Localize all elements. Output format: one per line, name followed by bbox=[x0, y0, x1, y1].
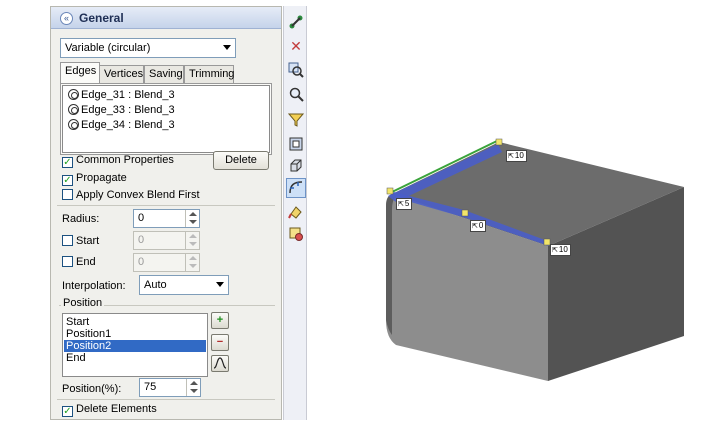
list-item[interactable]: Start bbox=[64, 316, 206, 328]
checkmark-icon: ✓ bbox=[62, 157, 73, 168]
blend-properties-panel: « General Variable (circular) Edges Vert… bbox=[50, 6, 282, 420]
radius-value: 0 bbox=[138, 212, 145, 224]
position-list[interactable]: Start Position1 Position2 End bbox=[62, 313, 208, 377]
propagate-checkbox[interactable]: ✓ Propagate bbox=[62, 172, 127, 186]
edge-icon bbox=[68, 119, 79, 130]
interpolation-value: Auto bbox=[144, 279, 167, 291]
edge-icon bbox=[68, 89, 79, 100]
list-item[interactable]: Position1 bbox=[64, 328, 206, 340]
remove-position-button[interactable]: − bbox=[211, 334, 229, 351]
end-stepper[interactable]: 0 bbox=[133, 253, 200, 272]
delete-elements-label: Delete Elements bbox=[76, 403, 157, 415]
common-properties-checkbox[interactable]: ✓ Common Properties bbox=[62, 154, 174, 168]
spin-arrows-icon[interactable] bbox=[186, 379, 200, 396]
edge-icon bbox=[68, 104, 79, 115]
collapse-icon[interactable]: « bbox=[60, 12, 73, 25]
position-legend: Position bbox=[61, 297, 105, 309]
curve-icon bbox=[213, 357, 227, 369]
zoom-region-icon[interactable] bbox=[286, 86, 306, 106]
list-item-selected[interactable]: Position2 bbox=[64, 340, 206, 352]
start-label: Start bbox=[76, 235, 100, 247]
blend-type-dropdown[interactable]: Variable (circular) bbox=[60, 38, 236, 58]
start-value: 0 bbox=[138, 234, 145, 246]
delete-elements-checkbox[interactable]: ✓ Delete Elements bbox=[62, 403, 157, 417]
checkbox-box bbox=[62, 189, 73, 200]
interpolation-dropdown[interactable]: Auto bbox=[139, 275, 229, 295]
handle-point[interactable] bbox=[461, 209, 469, 217]
radius-tag-value: 10 bbox=[514, 151, 524, 160]
spin-arrows-icon[interactable] bbox=[185, 254, 199, 271]
list-item[interactable]: Edge_34 : Blend_3 bbox=[68, 119, 175, 134]
filter-select-icon[interactable] bbox=[286, 112, 306, 132]
section-title: General bbox=[79, 11, 124, 25]
end-label: End bbox=[76, 256, 96, 268]
checkmark-icon: ✓ bbox=[62, 406, 73, 417]
divider bbox=[57, 399, 275, 400]
tab-edges[interactable]: Edges bbox=[60, 62, 100, 84]
interpolation-label: Interpolation: bbox=[62, 280, 126, 292]
tab-saving[interactable]: Saving bbox=[144, 65, 184, 83]
apply-convex-label: Apply Convex Blend First bbox=[76, 189, 200, 201]
material-icon[interactable] bbox=[286, 226, 306, 246]
common-properties-label: Common Properties bbox=[76, 154, 174, 166]
start-stepper[interactable]: 0 bbox=[133, 231, 200, 250]
add-position-button[interactable]: + bbox=[211, 312, 229, 329]
edge-item-label: Edge_34 : Blend_3 bbox=[81, 119, 175, 131]
spin-arrows-icon[interactable] bbox=[185, 232, 199, 249]
general-section-header[interactable]: « General bbox=[51, 7, 281, 29]
tab-trimming[interactable]: Trimming bbox=[184, 65, 234, 83]
radius-tag-value: 5 bbox=[404, 199, 410, 208]
checkmark-icon: ✓ bbox=[62, 175, 73, 186]
radius-tag-value: 0 bbox=[478, 221, 484, 230]
edge-list[interactable]: Edge_31 : Blend_3 Edge_33 : Blend_3 Edge… bbox=[62, 85, 270, 153]
paint-icon[interactable] bbox=[286, 204, 306, 224]
checkbox-box bbox=[62, 235, 73, 246]
handle-point[interactable] bbox=[495, 138, 503, 146]
position-percent-value: 75 bbox=[144, 381, 157, 393]
list-item[interactable]: End bbox=[64, 352, 206, 364]
list-item[interactable]: Edge_31 : Blend_3 bbox=[68, 89, 175, 104]
list-item[interactable]: Edge_33 : Blend_3 bbox=[68, 104, 175, 119]
connect-icon[interactable] bbox=[286, 14, 306, 34]
tab-vertices[interactable]: Vertices bbox=[99, 65, 144, 83]
apply-convex-checkbox[interactable]: Apply Convex Blend First bbox=[62, 189, 200, 201]
position-percent-label: Position(%): bbox=[62, 383, 122, 395]
radius-stepper[interactable]: 0 bbox=[133, 209, 200, 228]
position-percent-stepper[interactable]: 75 bbox=[139, 378, 201, 397]
blend-type-value: Variable (circular) bbox=[65, 42, 151, 54]
end-value: 0 bbox=[138, 256, 145, 268]
edge-item-label: Edge_33 : Blend_3 bbox=[81, 104, 175, 116]
curve-editor-button[interactable] bbox=[211, 355, 229, 372]
end-checkbox[interactable]: End bbox=[62, 256, 96, 268]
radius-tag[interactable]: ⇱0 bbox=[470, 220, 487, 232]
radius-tag[interactable]: ⇱5 bbox=[396, 198, 413, 210]
edge-blend-icon[interactable] bbox=[286, 136, 306, 156]
handle-point[interactable] bbox=[386, 187, 394, 195]
propagate-label: Propagate bbox=[76, 172, 127, 184]
checkbox-box bbox=[62, 256, 73, 267]
edge-item-label: Edge_31 : Blend_3 bbox=[81, 89, 175, 101]
close-x-icon[interactable]: ✕ bbox=[286, 36, 306, 56]
start-checkbox[interactable]: Start bbox=[62, 235, 99, 247]
3d-viewport[interactable]: ⇱10 ⇱5 ⇱0 ⇱10 bbox=[360, 130, 700, 390]
radius-tag-value: 10 bbox=[558, 245, 568, 254]
radius-tag[interactable]: ⇱10 bbox=[506, 150, 527, 162]
variable-blend-icon[interactable] bbox=[286, 178, 306, 198]
radius-tag[interactable]: ⇱10 bbox=[550, 244, 571, 256]
face-blend-icon[interactable] bbox=[286, 158, 306, 178]
delete-button[interactable]: Delete bbox=[213, 151, 269, 170]
vertical-toolbar: ✕ bbox=[283, 6, 307, 420]
divider bbox=[57, 205, 275, 206]
zoom-select-icon[interactable] bbox=[286, 62, 306, 82]
spin-arrows-icon[interactable] bbox=[185, 210, 199, 227]
chevron-down-icon bbox=[216, 282, 224, 287]
radius-label: Radius: bbox=[62, 213, 100, 225]
blended-box-model[interactable] bbox=[360, 130, 700, 390]
chevron-down-icon bbox=[223, 45, 231, 50]
